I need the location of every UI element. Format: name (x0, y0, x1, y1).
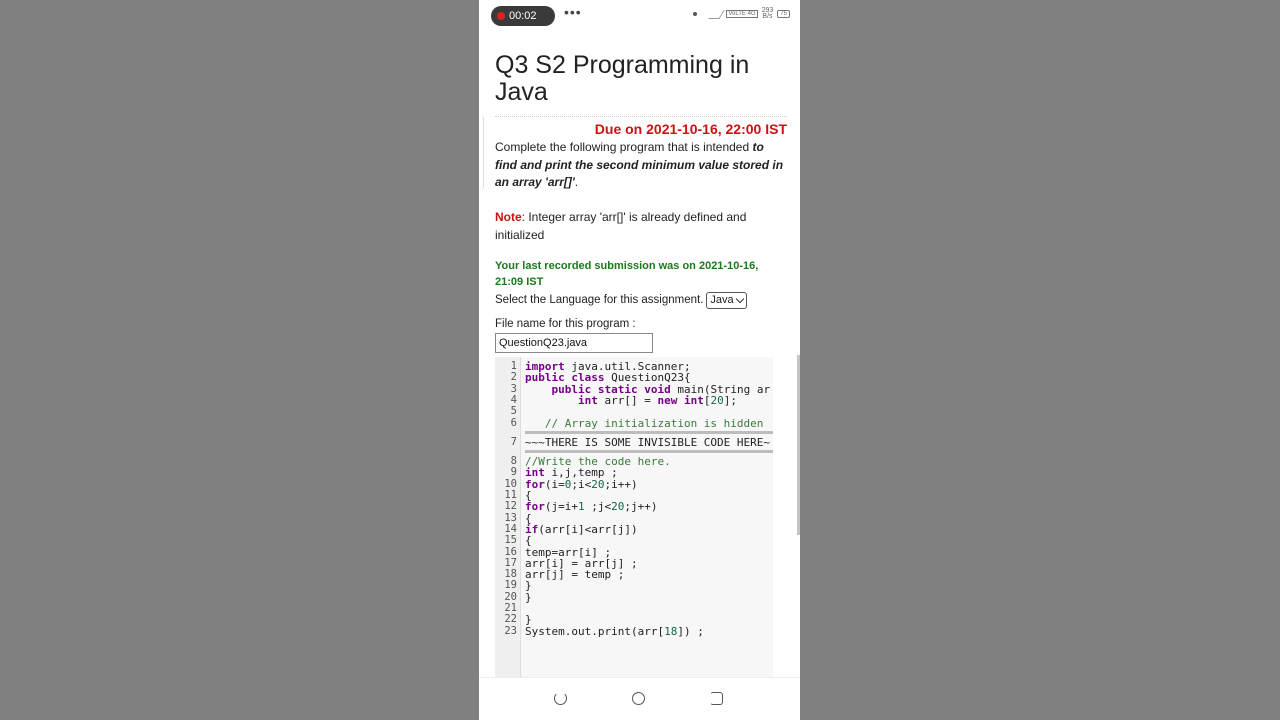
code-text: { (525, 534, 532, 548)
notification-dot-icon (693, 12, 698, 16)
hidden-code-divider (525, 430, 773, 434)
hidden-code-divider (525, 449, 773, 453)
recent-apps-icon[interactable] (710, 692, 723, 705)
code-text: arr[j] = temp ; (525, 568, 625, 582)
note-text: : Integer array 'arr[]' is already defin… (495, 209, 747, 242)
file-name-input[interactable]: QuestionQ23.java (495, 332, 653, 353)
page-scrollbar[interactable] (797, 355, 800, 535)
last-submission-message: Your last recorded submission was on 202… (495, 259, 759, 288)
line-number: 7 (510, 435, 517, 448)
battery-icon: 75 (777, 10, 790, 18)
edge-panel-handle[interactable] (479, 115, 484, 190)
status-icons: VoLTE 4G 293 B/s 75 (693, 7, 790, 20)
signal-icon (708, 9, 725, 19)
record-time: 00:02 (509, 10, 537, 22)
line-number: 22 (504, 613, 517, 626)
code-text: } (525, 579, 532, 593)
chevron-down-icon (735, 294, 744, 303)
phone-screen: 00:02 ••• VoLTE 4G 293 B/s 75 Q3 S2 Progr… (479, 0, 800, 720)
home-icon[interactable] (632, 692, 645, 705)
description-end: . (574, 175, 579, 189)
code-text: int arr[] = new int[20]; (577, 393, 737, 407)
code-text: System.out.print(arr[18]) ; (525, 624, 704, 638)
code-text: for(i=0;i<20;i++) (525, 477, 638, 491)
code-text: for(j=i+1 ;j<20;j++) (525, 500, 658, 514)
line-number: 23 (504, 624, 517, 637)
navigation-bar (479, 677, 800, 720)
code-text: } (525, 613, 532, 627)
record-icon (497, 12, 505, 20)
code-editor[interactable]: 1 import java.util.Scanner; 2 public class … (495, 357, 773, 677)
page-title: Q3 S2 Programming in Java (495, 52, 787, 117)
status-bar: 00:02 ••• VoLTE 4G 293 B/s 75 (479, 0, 800, 30)
line-number: 6 (510, 416, 517, 429)
line-number: 5 (510, 405, 517, 418)
line-number: 2 (510, 371, 517, 384)
more-notifications-icon: ••• (564, 4, 582, 20)
network-speed: 293 B/s (761, 7, 774, 20)
line-number: 12 (504, 500, 517, 513)
file-name-label: File name for this program : (495, 317, 636, 330)
due-date: Due on 2021-10-16, 22:00 IST (594, 121, 787, 137)
language-label: Select the Language for this assignment. (495, 294, 704, 306)
assignment-content: Q3 S2 Programming in Java Due on 2021-10… (495, 52, 787, 353)
code-text: ~~~THERE IS SOME INVISIBLE CODE HERE~ (525, 435, 771, 449)
code-text: // Array initialization is hidden (525, 416, 764, 430)
screen-record-indicator[interactable]: 00:02 (491, 6, 555, 26)
line-number: 15 (504, 534, 517, 547)
line-number: 19 (504, 579, 517, 592)
language-select[interactable]: Java (706, 291, 747, 309)
assignment-description: Complete the following program that is i… (495, 139, 787, 192)
language-row: Select the Language for this assignment.… (495, 291, 787, 309)
volte-badge: VoLTE 4G (726, 10, 758, 18)
note-label: Note (495, 209, 522, 224)
back-icon[interactable] (554, 692, 567, 705)
assignment-note: Note: Integer array 'arr[]' is already d… (495, 208, 787, 244)
code-text: if(arr[i]<arr[j]) (525, 522, 638, 536)
line-number: 9 (510, 466, 517, 479)
code-text: } (525, 590, 532, 604)
description-intro: Complete the following program that is i… (495, 140, 753, 154)
language-value: Java (710, 293, 734, 306)
